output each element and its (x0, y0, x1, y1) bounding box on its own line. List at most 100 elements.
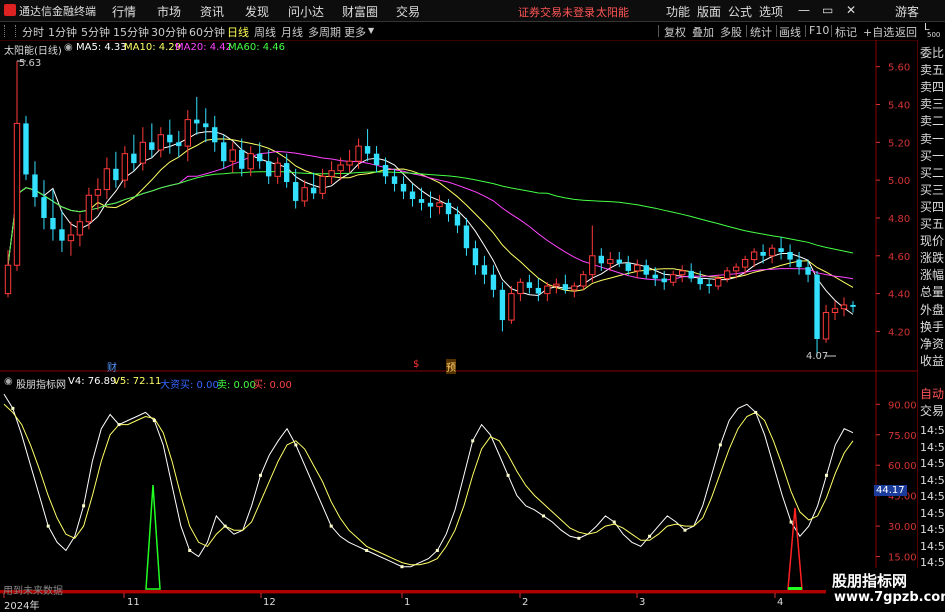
close-icon[interactable]: ✕ (846, 3, 856, 17)
menu-item-news[interactable]: 资讯 (200, 3, 224, 20)
period-tab-daily[interactable]: 日线 (227, 24, 249, 40)
menu-item-wealth[interactable]: 财富圈 (342, 3, 378, 20)
candle-body (76, 221, 84, 236)
candle-body (706, 284, 712, 287)
quote-field-label: 买四 (920, 199, 945, 214)
indicator-big-buy: 大资买: 0.00 (160, 380, 219, 391)
trade-button[interactable]: 交易 (920, 402, 944, 419)
minimize-icon[interactable]: — (798, 3, 810, 17)
period-tab-30min[interactable]: 30分钟 (151, 24, 187, 40)
candle-body (229, 149, 236, 162)
candle-body (598, 255, 604, 264)
multi-stock-button[interactable]: 多股 (720, 24, 742, 40)
candle-body (67, 234, 75, 242)
candle-body (364, 146, 371, 154)
candle-body (850, 304, 856, 307)
ma5-label: MA5: 4.33 (76, 42, 127, 53)
draw-line-button[interactable]: 画线 (779, 24, 801, 40)
candle-body (822, 312, 830, 340)
f10-button[interactable]: F10 (809, 24, 829, 37)
low-price-label: 4.07 (806, 351, 829, 362)
back-button[interactable]: 返回 (895, 24, 917, 40)
menu-item-discover[interactable]: 发现 (245, 3, 269, 20)
candle-body (643, 265, 649, 275)
candle-body (139, 141, 147, 164)
period-tab-monthly[interactable]: 月线 (281, 24, 303, 40)
guest-label[interactable]: 游客 (895, 3, 919, 20)
menu-item-options[interactable]: 选项 (759, 3, 783, 20)
candle-body (688, 270, 694, 279)
x-axis-label: 1 (404, 597, 411, 608)
candle-body (732, 266, 740, 272)
period-tab-1min[interactable]: 1分钟 (48, 24, 77, 40)
v4-line (3, 393, 854, 568)
menu-item-layout[interactable]: 版面 (697, 3, 721, 20)
menu-item-function[interactable]: 功能 (666, 3, 690, 20)
candle-body (625, 263, 631, 271)
forecast-marker[interactable]: 预 (446, 359, 456, 374)
candle-body (589, 255, 596, 276)
candle-body (750, 251, 758, 261)
candle-body (714, 277, 722, 287)
chart-area[interactable]: 4.20 4.40 4.60 4.80 5.00 5.20 5.40 5.60 15.00 30.… (0, 40, 917, 609)
candle-body (445, 202, 452, 215)
candle-body (310, 187, 317, 194)
candle-body (121, 153, 129, 181)
candle-body (571, 285, 578, 291)
adjust-button[interactable]: 复权 (664, 24, 686, 40)
future-data-note: 用到未来数据 (3, 586, 63, 597)
stats-button[interactable]: 统计 (750, 24, 772, 40)
bottom-bar (0, 590, 876, 593)
indicator-settings-icon[interactable]: ◉ (4, 376, 13, 387)
v4-point (223, 524, 227, 528)
period-tab-5min[interactable]: 5分钟 (81, 24, 110, 40)
candle-body (409, 191, 416, 200)
menu-item-ask[interactable]: 问小达 (288, 3, 324, 20)
candle-body (13, 122, 21, 266)
candle-body (4, 264, 12, 295)
v4-point (824, 473, 828, 477)
quote-field-label: 卖三 (920, 97, 945, 112)
login-warning[interactable]: 证券交易未登录 (518, 4, 595, 20)
menu-item-formula[interactable]: 公式 (728, 3, 752, 20)
period-tab-weekly[interactable]: 周线 (254, 24, 276, 40)
dividend-marker[interactable]: $ (413, 359, 419, 370)
candle-body (787, 251, 793, 260)
v4-point (11, 406, 15, 410)
candle-body (32, 174, 38, 198)
app-logo-icon (4, 4, 16, 16)
x-axis-label: 2024年 (4, 601, 40, 612)
candle-body (580, 274, 587, 287)
period-tab-15min[interactable]: 15分钟 (113, 24, 149, 40)
finance-marker[interactable]: 财 (107, 359, 117, 374)
candle-body (184, 119, 191, 147)
menu-item-quotes[interactable]: 行情 (112, 3, 136, 20)
overlay-button[interactable]: 叠加 (692, 24, 714, 40)
menu-item-market[interactable]: 市场 (157, 3, 181, 20)
period-tab-60min[interactable]: 60分钟 (189, 24, 225, 40)
period-tab-more[interactable]: 更多 (344, 24, 366, 40)
auto-button[interactable]: 自动 (920, 385, 944, 402)
candle-body (221, 142, 227, 162)
mark-button[interactable]: 标记 (835, 24, 857, 40)
settings-icon[interactable]: ◉ (64, 42, 73, 53)
candle-body (131, 153, 137, 164)
x-axis-label: 2 (522, 597, 529, 608)
candle-body (840, 304, 848, 310)
tick-time: 14:56 (920, 473, 945, 487)
candle-body (805, 267, 811, 275)
side-panel: L 500 委比 卖五 卖四 卖三 卖二 卖一 买一 买二 买三 买四 买五 现价 涨跌 涨幅 总量 外盘 换手… (917, 22, 945, 609)
indicator-sell: 卖: 0.00 (217, 380, 256, 391)
candle-body (508, 293, 515, 321)
candle-body (23, 123, 29, 175)
indicator-title: 股朋指标网 (16, 380, 66, 391)
watermark-title: 股朋指标网 (832, 572, 908, 590)
menu-item-trade[interactable]: 交易 (396, 3, 420, 20)
x-axis-label: 3 (639, 597, 646, 608)
quote-field-label: 买二 (920, 165, 945, 180)
restore-icon[interactable]: ▭ (822, 3, 833, 17)
more-dropdown-icon[interactable]: ▼ (368, 26, 374, 35)
period-tab-timeshare[interactable]: 分时 (22, 24, 44, 40)
add-watchlist-button[interactable]: +自选 (863, 24, 894, 40)
period-tab-multi[interactable]: 多周期 (308, 24, 341, 40)
